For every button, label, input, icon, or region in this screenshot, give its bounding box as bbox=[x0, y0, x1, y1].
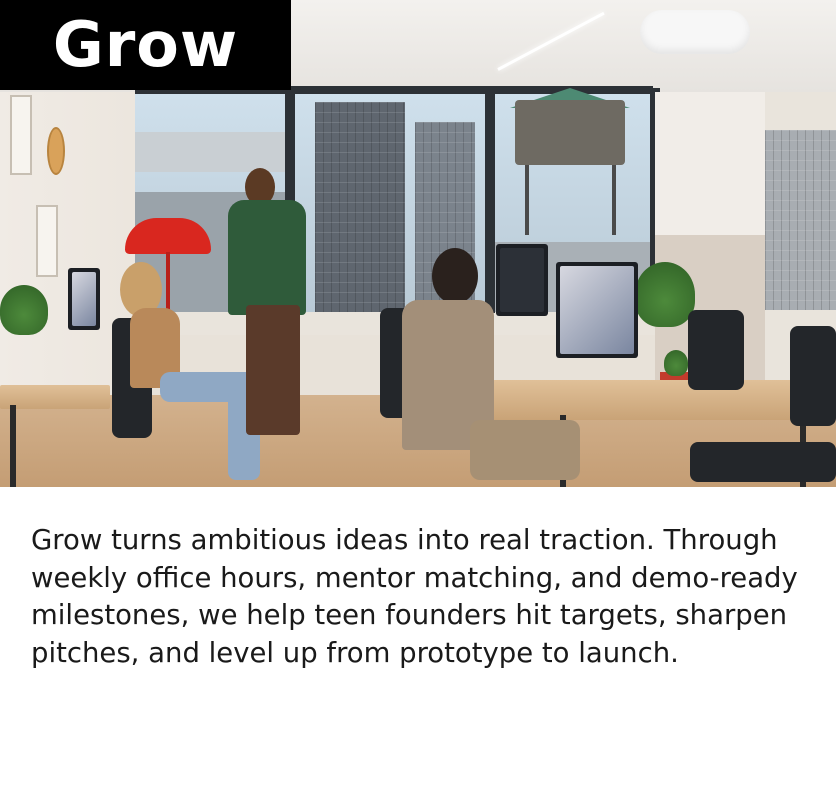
person-body bbox=[228, 200, 306, 315]
monitor-icon bbox=[556, 262, 638, 358]
program-card: Grow Grow turns ambitious ideas into rea… bbox=[0, 0, 836, 802]
person-legs bbox=[470, 420, 580, 480]
person-legs bbox=[246, 305, 300, 435]
lamp-icon bbox=[125, 218, 211, 254]
office-chair bbox=[790, 326, 836, 426]
plant-icon bbox=[0, 285, 48, 335]
person-head bbox=[432, 248, 478, 304]
monitor-icon bbox=[496, 244, 548, 316]
air-duct bbox=[640, 10, 750, 54]
plant-icon bbox=[635, 262, 695, 327]
card-description: Grow turns ambitious ideas into real tra… bbox=[31, 524, 798, 669]
water-tower bbox=[515, 100, 625, 165]
plant-icon bbox=[664, 350, 688, 376]
window-frame bbox=[485, 88, 495, 313]
desk bbox=[466, 380, 836, 420]
wall-frame bbox=[36, 205, 58, 277]
card-title: Grow bbox=[52, 8, 239, 81]
wall-frame bbox=[10, 95, 32, 175]
title-banner: Grow bbox=[0, 0, 291, 90]
water-tower-leg bbox=[612, 165, 616, 235]
desk-leg bbox=[10, 405, 16, 487]
office-chair bbox=[690, 442, 836, 482]
wall-clock-icon bbox=[47, 127, 65, 175]
water-tower-leg bbox=[525, 165, 529, 235]
office-chair bbox=[688, 310, 744, 390]
monitor-icon bbox=[68, 268, 100, 330]
window bbox=[765, 130, 836, 310]
desk bbox=[0, 385, 110, 409]
